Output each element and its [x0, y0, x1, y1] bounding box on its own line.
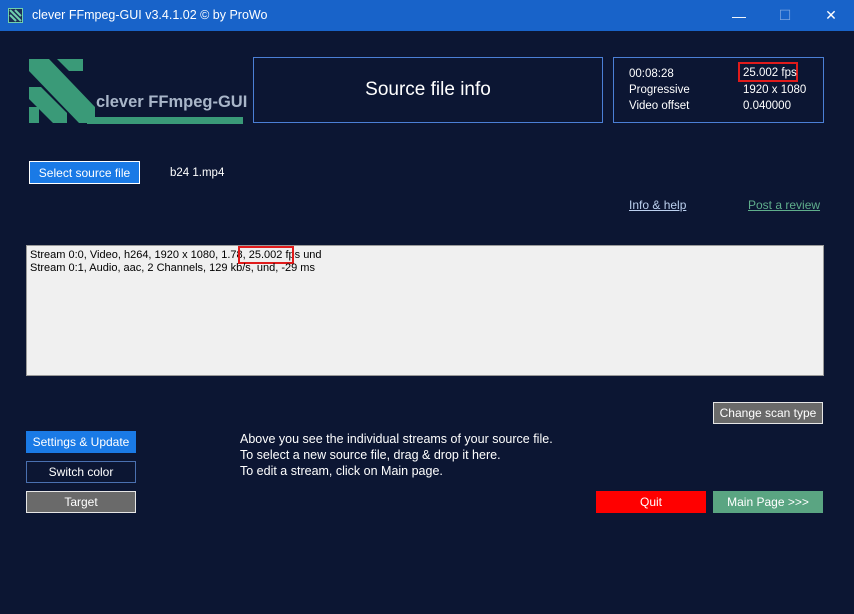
info-help-link[interactable]: Info & help	[629, 198, 686, 212]
maximize-button[interactable]: ☐	[762, 0, 808, 31]
stream-video-suffix: und	[303, 249, 322, 261]
logo-text: clever FFmpeg-GUI	[96, 93, 248, 111]
post-review-link[interactable]: Post a review	[748, 198, 820, 212]
video-offset-value: 0.040000	[743, 100, 791, 112]
hint-line-1: Above you see the individual streams of …	[240, 432, 553, 446]
settings-update-button[interactable]: Settings & Update	[26, 431, 136, 453]
select-source-button[interactable]: Select source file	[29, 161, 140, 184]
source-file-name: b24 1.mp4	[170, 167, 225, 179]
target-button[interactable]: Target	[26, 491, 136, 513]
main-page-button[interactable]: Main Page >>>	[713, 491, 823, 513]
window-title: clever FFmpeg-GUI v3.4.1.02 © by ProWo	[32, 8, 268, 22]
change-scan-type-button[interactable]: Change scan type	[713, 402, 823, 424]
duration-value: 00:08:28	[629, 68, 674, 80]
resolution-value: 1920 x 1080	[743, 84, 807, 96]
quit-button[interactable]: Quit	[596, 491, 706, 513]
video-offset-label: Video offset	[629, 100, 690, 112]
stream-row-audio[interactable]: Stream 0:1, Audio, aac, 2 Channels, 129 …	[30, 262, 315, 274]
hint-line-3: To edit a stream, click on Main page.	[240, 464, 443, 478]
close-button[interactable]: ✕	[808, 0, 854, 31]
hint-line-2: To select a new source file, drag & drop…	[240, 448, 501, 462]
title-bar: clever FFmpeg-GUI v3.4.1.02 © by ProWo —…	[0, 0, 854, 31]
scan-type-value: Progressive	[629, 84, 690, 96]
app-logo	[27, 57, 245, 127]
stream-video-prefix: Stream 0:0, Video, h264, 1920 x 1080, 1.…	[30, 249, 246, 261]
source-info-title: Source file info	[365, 79, 491, 100]
app-icon	[8, 8, 23, 23]
stream-list[interactable]: Stream 0:0, Video, h264, 1920 x 1080, 1.…	[26, 245, 824, 376]
fps-value: 25.002 fps	[743, 67, 797, 79]
switch-color-button[interactable]: Switch color	[26, 461, 136, 483]
minimize-button[interactable]: —	[716, 0, 762, 31]
source-meta-box: 00:08:28 25.002 fps Progressive 1920 x 1…	[613, 57, 824, 123]
source-info-title-box: Source file info	[253, 57, 603, 123]
